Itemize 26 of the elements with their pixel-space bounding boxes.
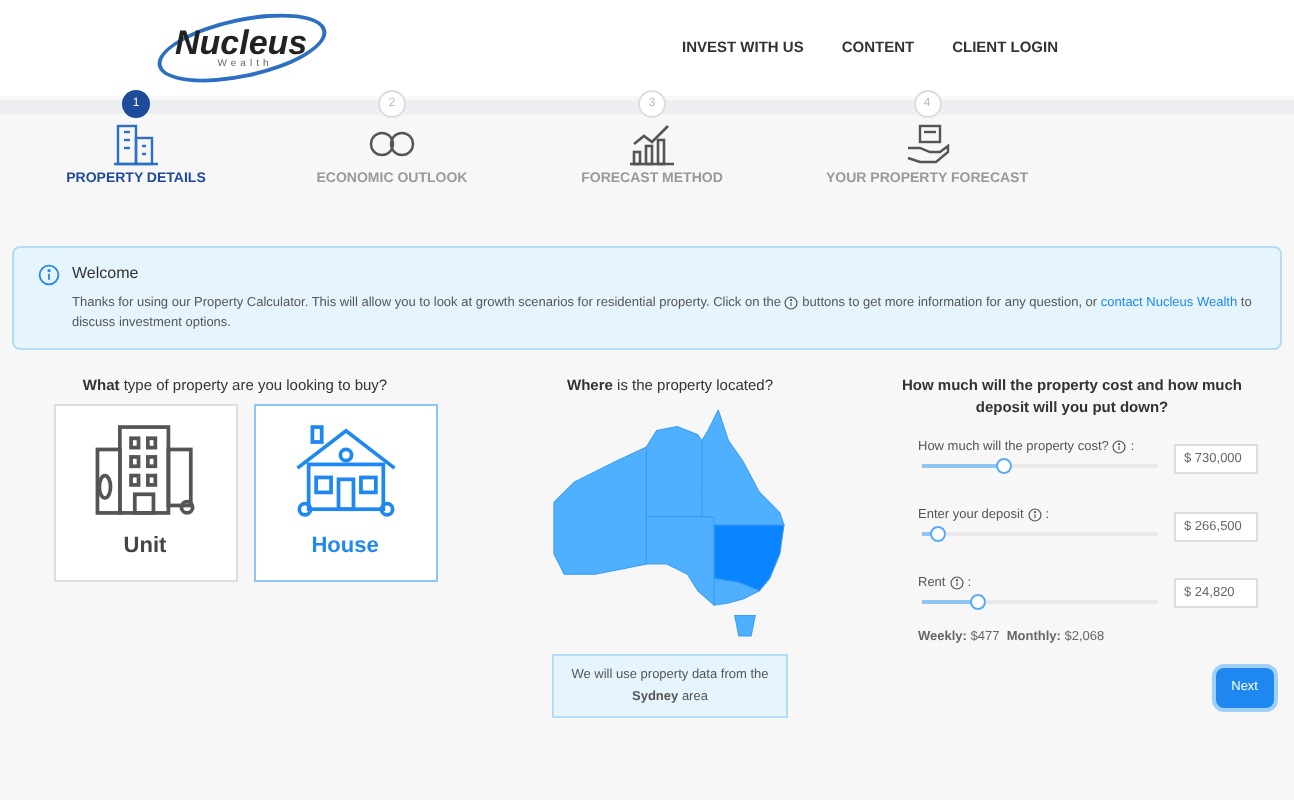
buildings-icon bbox=[112, 120, 160, 168]
welcome-title: Welcome bbox=[72, 262, 141, 286]
slider-thumb[interactable] bbox=[996, 458, 1013, 475]
info-icon[interactable] bbox=[38, 264, 60, 286]
slider-track[interactable] bbox=[922, 599, 1158, 604]
map-region[interactable] bbox=[713, 524, 785, 592]
slider-thumb[interactable] bbox=[930, 526, 947, 542]
australia-map[interactable] bbox=[552, 410, 788, 638]
slider-thumb[interactable] bbox=[970, 593, 987, 610]
property-type-option[interactable]: House bbox=[253, 404, 437, 582]
currency-coins-icon bbox=[368, 128, 416, 160]
hand-holding-money-icon bbox=[903, 120, 951, 168]
slider-track[interactable] bbox=[922, 464, 1158, 469]
map-region[interactable] bbox=[645, 516, 715, 607]
info-icon[interactable] bbox=[784, 295, 799, 310]
map-region[interactable] bbox=[553, 446, 647, 575]
map-region[interactable] bbox=[645, 425, 703, 518]
info-icon[interactable] bbox=[1112, 440, 1127, 455]
bar-chart-icon bbox=[628, 120, 676, 168]
map-region[interactable] bbox=[713, 577, 761, 606]
logo-name: Nucleus bbox=[174, 26, 308, 61]
property-type-option[interactable]: Unit bbox=[53, 404, 237, 582]
map-region[interactable] bbox=[701, 410, 785, 526]
info-icon[interactable] bbox=[1027, 508, 1042, 523]
info-icon[interactable] bbox=[949, 575, 964, 590]
map-region[interactable] bbox=[734, 614, 756, 637]
